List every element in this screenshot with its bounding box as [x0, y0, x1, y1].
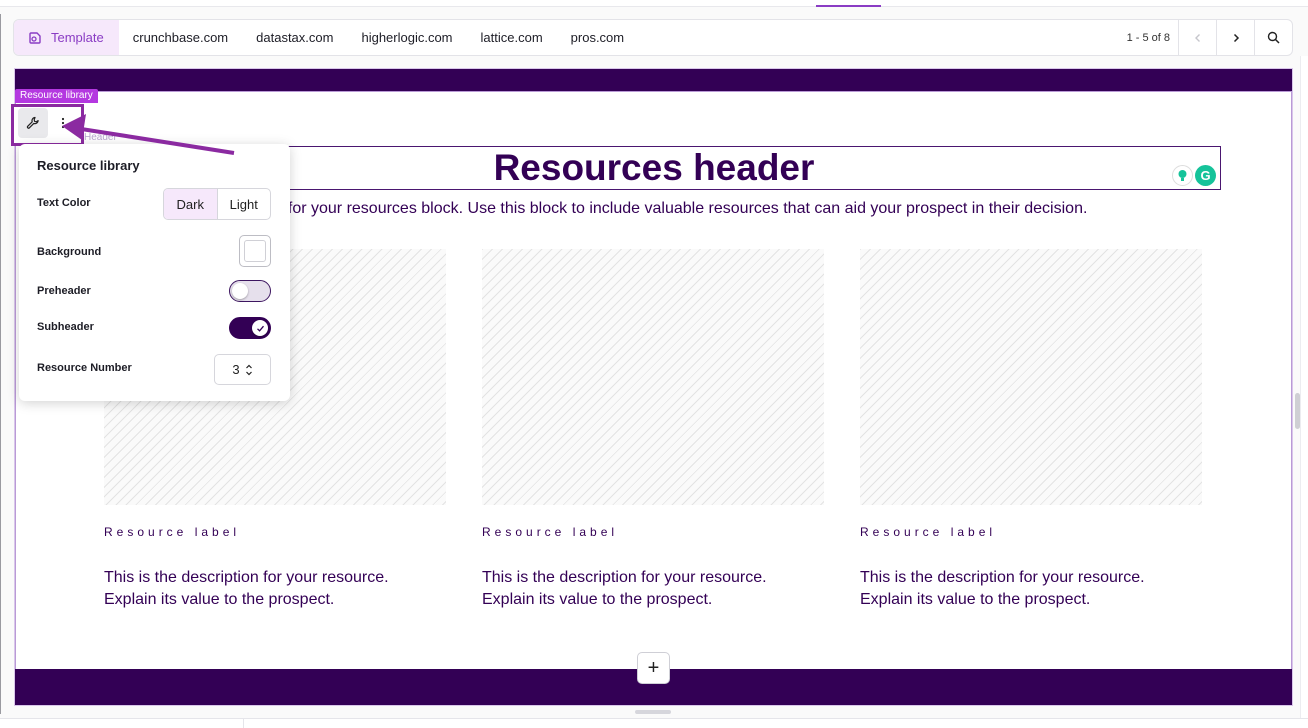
lightbulb-icon[interactable]	[1172, 165, 1193, 186]
active-indicator	[816, 5, 881, 7]
search-button[interactable]	[1254, 20, 1292, 55]
resource-description-2[interactable]: This is the description for your resourc…	[482, 567, 812, 611]
resources-header-title[interactable]: Resources header	[274, 147, 1034, 189]
resource-description-1[interactable]: This is the description for your resourc…	[104, 567, 434, 611]
resource-number-value: 3	[232, 362, 240, 377]
subheader-label: Subheader	[37, 321, 94, 333]
wrench-icon	[26, 116, 39, 129]
resources-subheader[interactable]: t for your resources block. Use this blo…	[279, 200, 1087, 218]
block-tag: Resource library	[15, 89, 98, 103]
toggle-knob	[232, 283, 248, 299]
description-line: This is the description for your resourc…	[482, 569, 767, 586]
background-label: Background	[37, 246, 102, 258]
text-color-toggle: Dark Light	[163, 188, 271, 220]
editor-page: Template crunchbase.com datastax.com hig…	[0, 0, 1308, 728]
resource-label-1[interactable]: Resource label	[104, 525, 240, 539]
template-icon	[28, 31, 42, 45]
description-line: Explain its value to the prospect.	[860, 591, 1091, 608]
text-color-dark-button[interactable]: Dark	[164, 189, 218, 219]
prev-page-button[interactable]	[1178, 20, 1216, 55]
check-icon	[256, 325, 264, 332]
tab-label: Template	[51, 30, 104, 45]
chevron-left-icon	[1194, 33, 1200, 42]
description-line: This is the description for your resourc…	[860, 569, 1145, 586]
right-edge	[1300, 56, 1308, 728]
template-tabbar: Template crunchbase.com datastax.com hig…	[13, 19, 1293, 56]
block-settings-button[interactable]	[18, 108, 48, 138]
subheader-toggle[interactable]	[229, 317, 271, 339]
tab-template[interactable]: Template	[14, 20, 119, 55]
more-vertical-icon	[61, 117, 65, 129]
toggle-knob	[252, 320, 268, 336]
swatch-fill	[244, 240, 266, 262]
grammarly-icon[interactable]: G	[1195, 165, 1216, 186]
preheader-label: Preheader	[37, 285, 91, 297]
tab-pros[interactable]: pros.com	[557, 20, 638, 55]
resource-number-stepper[interactable]: 3	[214, 354, 271, 385]
text-color-light-button[interactable]: Light	[218, 189, 271, 219]
chevron-right-icon	[1233, 33, 1239, 42]
background-color-swatch[interactable]	[239, 235, 271, 267]
preheader-toggle[interactable]	[229, 280, 271, 302]
tab-lattice[interactable]: lattice.com	[467, 20, 557, 55]
stepper-arrows-icon	[245, 363, 253, 377]
resource-description-3[interactable]: This is the description for your resourc…	[860, 567, 1190, 611]
tab-datastax[interactable]: datastax.com	[242, 20, 347, 55]
bottom-bar	[0, 718, 1308, 728]
bottom-divider	[243, 718, 244, 728]
search-icon	[1267, 31, 1280, 44]
resource-label-2[interactable]: Resource label	[482, 525, 618, 539]
add-block-button[interactable]: +	[637, 652, 670, 684]
resource-number-label: Resource Number	[37, 362, 132, 374]
tab-higherlogic[interactable]: higherlogic.com	[347, 20, 466, 55]
pager-count: 1 - 5 of 8	[1126, 31, 1170, 44]
resource-image-3[interactable]	[860, 249, 1202, 505]
description-line: Explain its value to the prospect.	[104, 591, 335, 608]
previous-block-band	[15, 69, 1292, 91]
block-settings-panel: Resource library Text Color Dark Light B…	[19, 144, 290, 401]
description-line: This is the description for your resourc…	[104, 569, 389, 586]
resource-image-2[interactable]	[482, 249, 824, 505]
ghost-header-label: Header	[84, 132, 117, 143]
next-page-button[interactable]	[1216, 20, 1254, 55]
text-color-label: Text Color	[37, 197, 91, 209]
more-options-button[interactable]	[54, 108, 72, 138]
top-strip	[0, 0, 1308, 7]
resource-label-3[interactable]: Resource label	[860, 525, 996, 539]
scrollbar-thumb[interactable]	[1295, 393, 1300, 429]
pager: 1 - 5 of 8	[1127, 20, 1292, 55]
tab-crunchbase[interactable]: crunchbase.com	[119, 20, 242, 55]
description-line: Explain its value to the prospect.	[482, 591, 713, 608]
extension-icons: G	[1172, 165, 1216, 186]
resize-handle[interactable]	[635, 710, 671, 714]
panel-title: Resource library	[37, 158, 140, 173]
left-edge	[0, 14, 1, 714]
